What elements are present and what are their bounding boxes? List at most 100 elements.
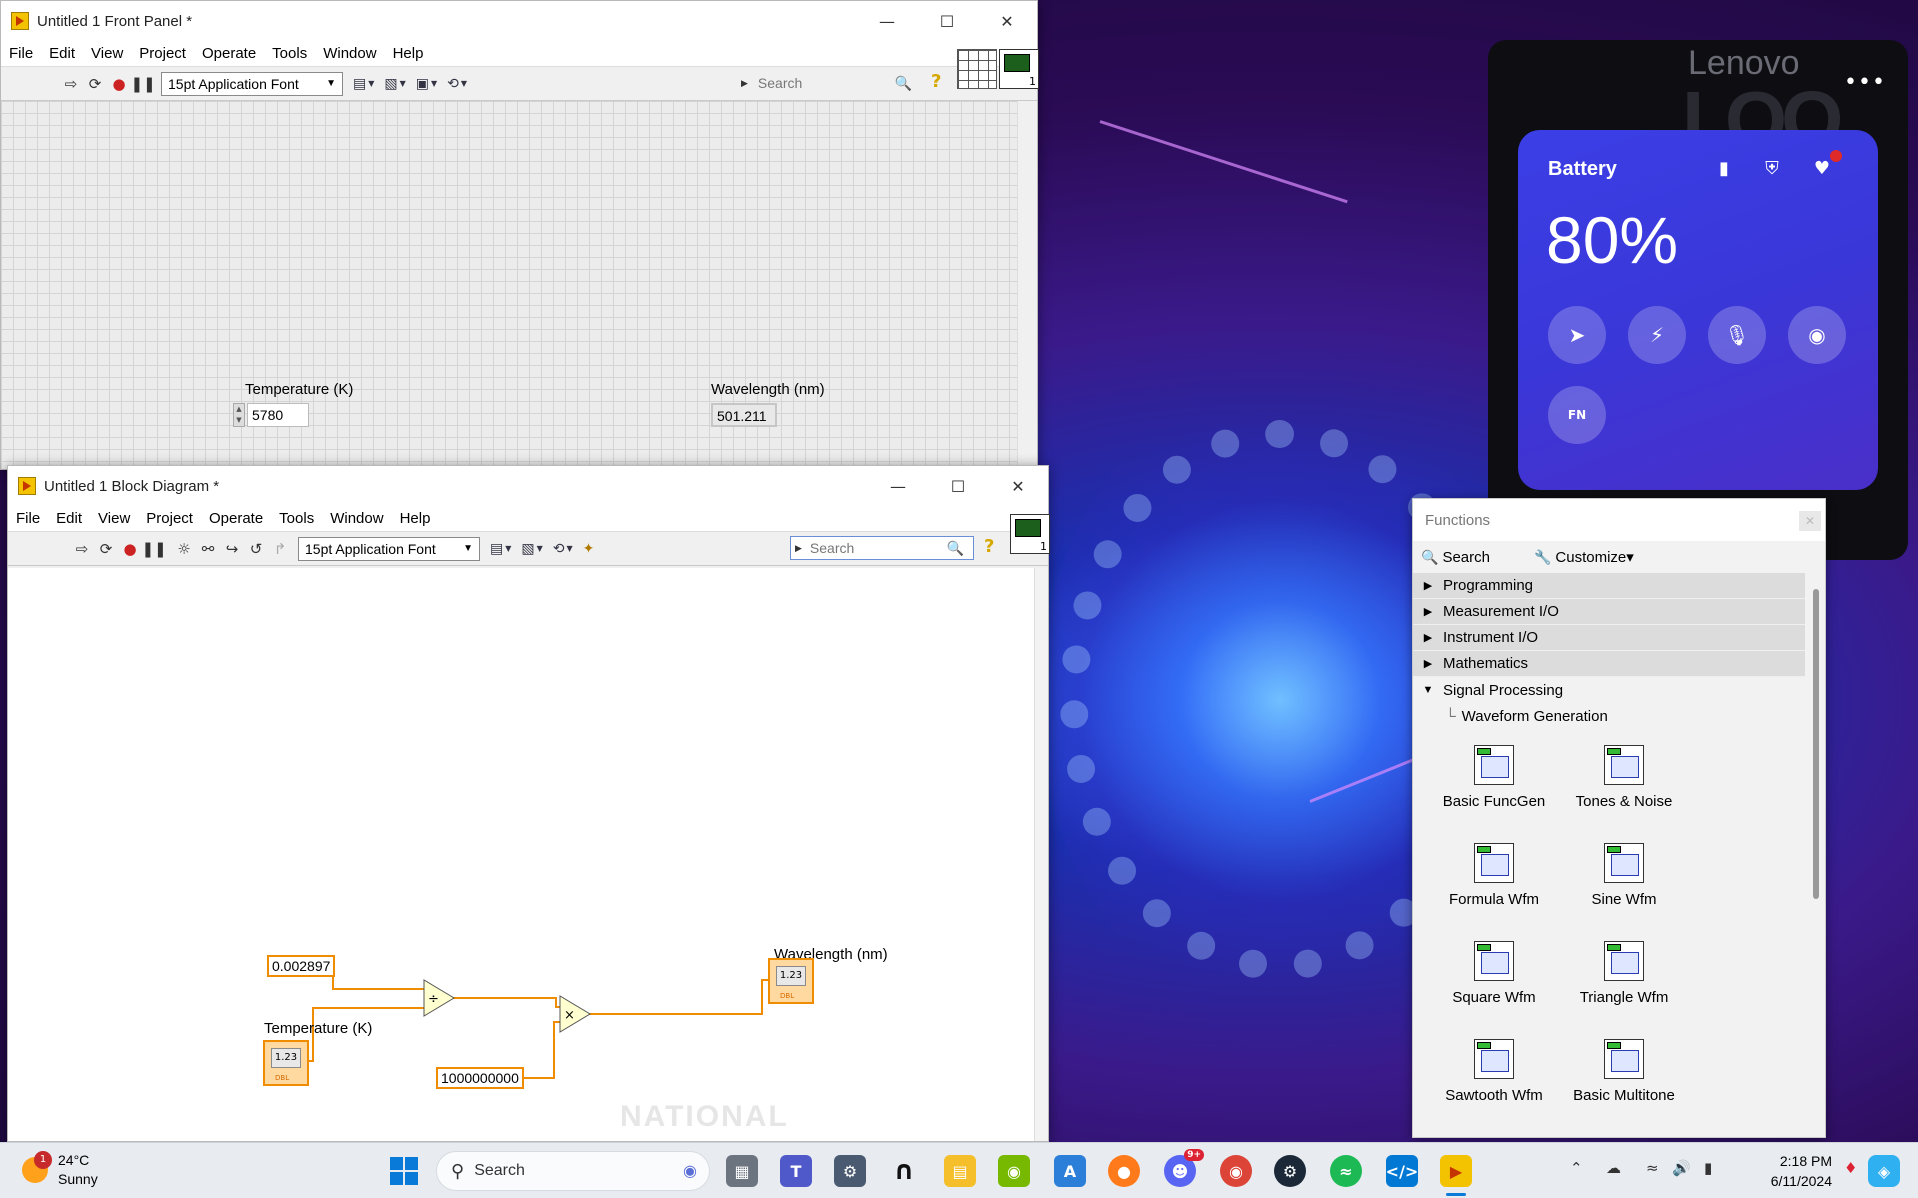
subcategory-waveform-generation[interactable]: └ Waveform Generation	[1413, 703, 1825, 729]
temperature-increment-icon[interactable]: ▲ ▼	[233, 403, 245, 427]
menu-project[interactable]: Project	[131, 45, 194, 62]
chevron-up-icon[interactable]: ⌃	[1570, 1159, 1583, 1177]
pause-icon[interactable]: ❚❚	[130, 72, 155, 96]
block-diagram-scrollbar[interactable]	[1034, 568, 1048, 1141]
palette-scrollbar[interactable]	[1813, 589, 1819, 899]
reorder-icon[interactable]: ⟲ ▼	[553, 541, 573, 557]
spotify-icon[interactable]: ≈	[1330, 1155, 1362, 1187]
vi-basic-funcgen[interactable]: Basic FuncGen	[1419, 745, 1569, 810]
step-out-icon[interactable]: ↱	[268, 537, 292, 561]
wavelength-terminal[interactable]: 1.23 DBL	[768, 958, 814, 1004]
menu-file[interactable]: File	[8, 510, 48, 527]
font-select[interactable]: 15pt Application Font ▼	[298, 536, 480, 561]
run-continuously-icon[interactable]: ⟳	[94, 537, 118, 561]
fn-lock-button[interactable]: FN	[1548, 386, 1606, 444]
menu-edit[interactable]: Edit	[41, 45, 83, 62]
category-signal-processing[interactable]: ▼ Signal Processing	[1413, 677, 1805, 703]
menu-edit[interactable]: Edit	[48, 510, 90, 527]
front-panel-titlebar[interactable]: Untitled 1 Front Panel * — ☐ ✕	[1, 1, 1037, 41]
temperature-terminal[interactable]: 1.23 DBL	[263, 1040, 309, 1086]
step-into-icon[interactable]: ↪	[220, 537, 244, 561]
volume-icon[interactable]: 🔊	[1672, 1159, 1691, 1177]
maximize-icon[interactable]: ☐	[917, 1, 977, 41]
run-continuously-icon[interactable]: ⟳	[83, 72, 107, 96]
menu-tools[interactable]: Tools	[271, 510, 322, 527]
distribute-objects-icon[interactable]: ▧ ▼	[384, 76, 405, 92]
menu-window[interactable]: Window	[322, 510, 391, 527]
start-button[interactable]	[390, 1157, 418, 1185]
menu-view[interactable]: View	[83, 45, 131, 62]
run-arrow-icon[interactable]: ⇨	[70, 537, 94, 561]
notification-bell-icon[interactable]: ♦	[1844, 1159, 1857, 1177]
menu-project[interactable]: Project	[138, 510, 201, 527]
category-instrument-io[interactable]: ▶ Instrument I/O	[1413, 625, 1805, 651]
vi-icon[interactable]	[999, 49, 1039, 89]
onedrive-icon[interactable]: ☁	[1606, 1159, 1621, 1177]
temperature-control[interactable]: 5780	[247, 403, 309, 427]
notion-icon[interactable]: ∩	[888, 1155, 920, 1187]
menu-operate[interactable]: Operate	[201, 510, 271, 527]
battery-icon[interactable]: ▮	[1704, 1159, 1712, 1177]
menu-operate[interactable]: Operate	[194, 45, 264, 62]
pause-icon[interactable]: ❚❚	[141, 537, 166, 561]
scale-constant[interactable]: 1000000000	[436, 1067, 524, 1089]
clock[interactable]: 2:18 PM 6/11/2024	[1738, 1151, 1832, 1191]
close-icon[interactable]: ✕	[988, 466, 1048, 506]
vscode-icon[interactable]: </>	[1386, 1155, 1418, 1187]
abort-icon[interactable]: ●	[118, 537, 142, 561]
maximize-icon[interactable]: ☐	[928, 466, 988, 506]
palette-search-button[interactable]: 🔍 Search	[1421, 549, 1512, 566]
minimize-icon[interactable]: —	[857, 1, 917, 41]
block-diagram-titlebar[interactable]: Untitled 1 Block Diagram * — ☐ ✕	[8, 466, 1048, 506]
teams-icon[interactable]: T	[780, 1155, 812, 1187]
menu-help[interactable]: Help	[385, 45, 432, 62]
microphone-button[interactable]: 🎙	[1708, 306, 1766, 364]
file-explorer-icon[interactable]: ▤	[944, 1155, 976, 1187]
context-help-icon[interactable]: ?	[931, 71, 941, 92]
clean-up-diagram-icon[interactable]: ✦	[583, 541, 595, 557]
vi-sine-wfm[interactable]: Sine Wfm	[1549, 843, 1699, 908]
task-view-icon[interactable]: ▦	[726, 1155, 758, 1187]
resize-objects-icon[interactable]: ▣ ▼	[416, 76, 437, 92]
vi-sawtooth-wfm[interactable]: Sawtooth Wfm	[1419, 1039, 1569, 1104]
palette-customize-button[interactable]: 🔧 Customize▾	[1534, 548, 1656, 567]
functions-palette-titlebar[interactable]: Functions ✕	[1413, 499, 1825, 541]
wifi-icon[interactable]: ≈	[1646, 1159, 1659, 1177]
connector-pane-icon[interactable]	[957, 49, 997, 89]
category-measurement-io[interactable]: ▶ Measurement I/O	[1413, 599, 1805, 625]
more-options-icon[interactable]: •••	[1844, 70, 1886, 95]
distribute-objects-icon[interactable]: ▧ ▼	[521, 541, 542, 557]
block-diagram-canvas[interactable]: ÷ × 0.002897 Temperature (K) 1.23 DBL 10…	[8, 568, 1034, 1141]
retain-wire-values-icon[interactable]: ⚯	[196, 537, 220, 561]
charging-icon[interactable]: ▮	[1712, 158, 1736, 182]
vi-basic-multitone[interactable]: Basic Multitone	[1549, 1039, 1699, 1104]
shield-icon[interactable]: ⛨	[1760, 158, 1784, 182]
chrome-icon[interactable]: ◉	[1220, 1155, 1252, 1187]
autodesk-icon[interactable]: A	[1054, 1155, 1086, 1187]
nvidia-icon[interactable]: ◉	[998, 1155, 1030, 1187]
menu-window[interactable]: Window	[315, 45, 384, 62]
front-panel-canvas[interactable]: Temperature (K) ▲ ▼ 5780 Wavelength (nm) …	[1, 101, 1017, 469]
align-objects-icon[interactable]: ▤ ▼	[353, 76, 374, 92]
search-box[interactable]: ▶ Search 🔍	[790, 536, 974, 560]
discord-icon[interactable]: ☻ 9+	[1164, 1149, 1204, 1187]
menu-tools[interactable]: Tools	[264, 45, 315, 62]
front-panel-scrollbar[interactable]	[1017, 101, 1037, 469]
rapid-charge-button[interactable]: ⚡	[1628, 306, 1686, 364]
category-mathematics[interactable]: ▶ Mathematics	[1413, 651, 1805, 677]
abort-icon[interactable]: ●	[107, 72, 131, 96]
copilot-icon[interactable]: ◈	[1868, 1155, 1900, 1187]
steam-icon[interactable]: ⚙	[1274, 1155, 1306, 1187]
vi-square-wfm[interactable]: Square Wfm	[1419, 941, 1569, 1006]
category-programming[interactable]: ▶ Programming	[1413, 573, 1805, 599]
reorder-icon[interactable]: ⟲ ▼	[447, 76, 467, 92]
menu-view[interactable]: View	[90, 510, 138, 527]
labview-taskbar-icon[interactable]: ▶	[1440, 1155, 1472, 1187]
step-over-icon[interactable]: ↺	[244, 537, 268, 561]
search-box[interactable]: ▶ Search 🔍	[741, 71, 921, 95]
firefox-icon[interactable]: ●	[1108, 1155, 1140, 1187]
minimize-icon[interactable]: —	[868, 466, 928, 506]
vi-formula-wfm[interactable]: Formula Wfm	[1419, 843, 1569, 908]
close-icon[interactable]: ✕	[977, 1, 1037, 41]
health-icon[interactable]: ♥	[1810, 158, 1834, 182]
